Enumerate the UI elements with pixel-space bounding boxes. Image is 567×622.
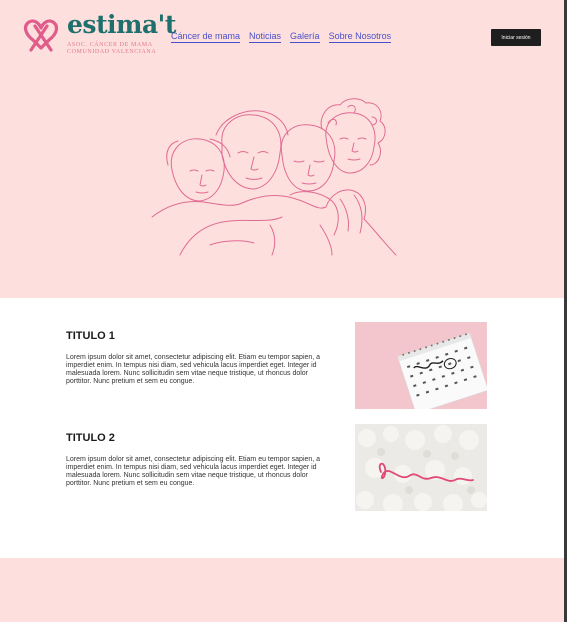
content-section: TITULO 1 Lorem ipsum dolor sit amet, con… <box>0 298 564 558</box>
section-body: Lorem ipsum dolor sit amet, consectetur … <box>66 456 321 487</box>
logo-wordmark: estima't <box>67 10 176 39</box>
nav-link-noticias[interactable]: Noticias <box>249 31 282 43</box>
logo-subtitle-line1: ASOC. CÁNCER DE MAMA <box>67 42 153 48</box>
nav-link-galeria[interactable]: Galería <box>290 31 320 43</box>
nav-link-sobre-nosotros[interactable]: Sobre Nosotros <box>328 31 392 43</box>
hero-section: estima't ASOC. CÁNCER DE MAMA COMUNIDAD … <box>0 0 564 298</box>
logo[interactable]: estima't ASOC. CÁNCER DE MAMA COMUNIDAD … <box>21 10 176 62</box>
pink-ribbon-photo <box>355 424 487 511</box>
main-nav: Cáncer de mama Noticias Galería Sobre No… <box>171 31 392 43</box>
section-body: Lorem ipsum dolor sit amet, consectetur … <box>66 354 321 385</box>
section-title: TITULO 1 <box>66 330 115 342</box>
page: estima't ASOC. CÁNCER DE MAMA COMUNIDAD … <box>0 0 564 622</box>
logo-subtitle-line2: COMUNIDAD VALENCIANA <box>67 49 157 55</box>
calendar-photo <box>355 322 487 409</box>
nav-link-cancer-de-mama[interactable]: Cáncer de mama <box>171 31 241 43</box>
women-embrace-illustration <box>151 98 397 256</box>
section-title: TITULO 2 <box>66 432 115 444</box>
pink-ribbon-logo-icon <box>23 19 59 52</box>
login-button[interactable]: Iniciar sesión <box>491 29 541 46</box>
footer-band <box>0 558 564 622</box>
